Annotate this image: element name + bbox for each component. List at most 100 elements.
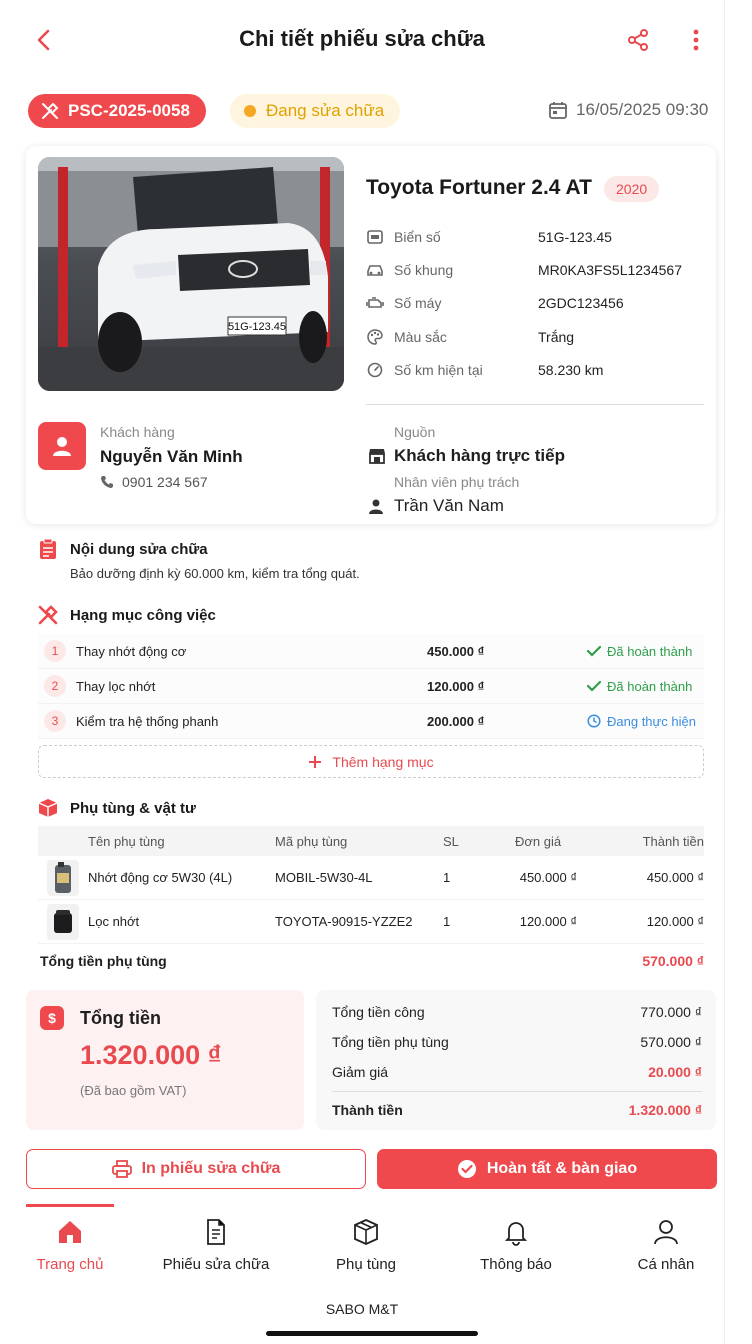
tab-home[interactable]: Trang chủ xyxy=(0,1218,140,1273)
tab-profile[interactable]: Cá nhân xyxy=(596,1218,736,1273)
home-icon xyxy=(59,1221,81,1243)
staff-value: Trần Văn Nam xyxy=(368,496,504,516)
column-header: Tên phụ tùng xyxy=(88,833,165,849)
cost-breakdown: Tổng tiền công 770.000 ₫ Tổng tiền phụ t… xyxy=(316,990,716,1130)
job-number: 1 xyxy=(44,640,66,662)
car-chassis-icon xyxy=(366,261,384,279)
part-name: Nhớt động cơ 5W30 (4L) xyxy=(88,870,233,885)
page-title: Chi tiết phiếu sửa chữa xyxy=(239,26,485,51)
part-qty: 1 xyxy=(443,914,451,929)
customer-name: Nguyễn Văn Minh xyxy=(100,447,243,466)
vehicle-photo[interactable]: 51G-123.45 xyxy=(38,157,344,391)
box-icon xyxy=(354,1219,378,1245)
status-badge: Đang sửa chữa xyxy=(230,94,401,128)
parts-table: Tên phụ tùng Mã phụ tùng SL Đơn giá Thàn… xyxy=(38,826,704,944)
status-text: Đang sửa chữa xyxy=(266,101,385,120)
share-button[interactable] xyxy=(622,24,654,56)
spec-value: 2GDC123456 xyxy=(538,295,624,311)
spec-row-chassis: Số khung MR0KA3FS5L1234567 xyxy=(366,259,682,281)
column-header: Thành tiền xyxy=(642,833,704,849)
staff-name: Trần Văn Nam xyxy=(394,496,504,515)
job-name: Thay lọc nhớt xyxy=(76,678,156,694)
parts-cost-label: Tổng tiền phụ tùng xyxy=(332,1034,449,1050)
spec-value: Trắng xyxy=(538,329,575,345)
spec-row-color: Màu sắc Trắng xyxy=(366,326,574,348)
section-heading: Phụ tùng & vật tư xyxy=(70,799,196,817)
tab-label: Phiếu sửa chữa xyxy=(162,1256,270,1273)
tab-repair-tickets[interactable]: Phiếu sửa chữa xyxy=(146,1218,286,1273)
job-status-text: Đã hoàn thành xyxy=(607,678,693,694)
job-price: 450.000 ₫ xyxy=(427,643,485,659)
spec-row-engine: Số máy 2GDC123456 xyxy=(366,292,624,314)
add-job-label: Thêm hạng mục xyxy=(332,753,434,770)
package-icon xyxy=(38,799,58,817)
parts-row[interactable]: Nhớt động cơ 5W30 (4L) MOBIL-5W30-4L 1 4… xyxy=(38,856,704,900)
staff-label: Nhân viên phụ trách xyxy=(394,474,520,490)
calendar-icon xyxy=(549,102,567,119)
job-status: Đã hoàn thành xyxy=(587,644,692,659)
app-header: Chi tiết phiếu sửa chữa xyxy=(0,0,724,80)
complete-handover-button[interactable]: Hoàn tất & bàn giao xyxy=(377,1149,717,1189)
parts-table-header: Tên phụ tùng Mã phụ tùng SL Đơn giá Thàn… xyxy=(38,826,704,856)
spec-label: Số km hiện tại xyxy=(394,362,483,378)
license-plate-icon xyxy=(366,228,384,246)
status-dot-icon xyxy=(244,105,256,117)
plus-icon xyxy=(309,755,322,768)
complete-label: Hoàn tất & bàn giao xyxy=(486,1160,638,1177)
source-value: Khách hàng trực tiếp xyxy=(368,446,565,466)
tab-parts[interactable]: Phụ tùng xyxy=(296,1218,436,1273)
tab-notifications[interactable]: Thông báo xyxy=(446,1218,586,1273)
final-label: Thành tiền xyxy=(332,1102,403,1118)
discount-label: Giảm giá xyxy=(332,1064,389,1080)
user-avatar-icon xyxy=(53,437,71,456)
part-qty: 1 xyxy=(443,870,451,885)
print-ticket-button[interactable]: In phiếu sửa chữa xyxy=(26,1149,366,1189)
datetime-text: 16/05/2025 09:30 xyxy=(576,100,709,119)
column-header: Mã phụ tùng xyxy=(275,833,348,849)
spec-row-plate: Biển số 51G-123.45 xyxy=(366,226,612,248)
palette-icon xyxy=(366,328,384,346)
person-icon xyxy=(369,499,383,514)
discount-value: 20.000 ₫ xyxy=(648,1064,702,1080)
job-row[interactable]: 1 Thay nhớt động cơ 450.000 ₫ Đã hoàn th… xyxy=(38,634,704,669)
check-circle-icon xyxy=(457,1160,476,1178)
repair-section-title: Nội dung sửa chữa xyxy=(38,538,208,560)
ticket-code: PSC-2025-0058 xyxy=(68,101,190,120)
add-job-button[interactable]: Thêm hạng mục xyxy=(38,745,704,778)
column-header: Đơn giá xyxy=(515,833,562,849)
vehicle-card: 51G-123.45 Toyota Fortuner 2.4 AT 2020 B… xyxy=(26,146,716,524)
parts-total-value: 570.000 ₫ xyxy=(642,953,704,969)
spec-label: Biển số xyxy=(394,229,441,245)
clock-icon xyxy=(587,714,601,728)
column-header: SL xyxy=(443,833,459,849)
scrollbar[interactable] xyxy=(724,0,752,1344)
spec-row-odometer: Số km hiện tại 58.230 km xyxy=(366,359,603,381)
spec-label: Số máy xyxy=(394,295,442,311)
part-total: 120.000 ₫ xyxy=(646,914,704,929)
print-label: In phiếu sửa chữa xyxy=(141,1160,281,1177)
vat-note: (Đã bao gồm VAT) xyxy=(80,1083,187,1098)
parts-row[interactable]: Lọc nhớt TOYOTA-90915-YZZE2 1 120.000 ₫ … xyxy=(38,900,704,944)
repair-description: Bảo dưỡng định kỳ 60.000 km, kiểm tra tổ… xyxy=(70,566,360,581)
share-icon xyxy=(628,29,648,51)
spec-label: Màu sắc xyxy=(394,329,447,345)
customer-phone[interactable]: 0901 234 567 xyxy=(100,474,208,490)
divider xyxy=(366,404,704,405)
phone-icon xyxy=(101,476,113,488)
jobs-section-title: Hạng mục công việc xyxy=(38,605,216,625)
screen: Chi tiết phiếu sửa chữa PSC-2025-0058 Đa… xyxy=(0,0,724,1344)
more-options-button[interactable] xyxy=(682,24,710,56)
part-unit-price: 120.000 ₫ xyxy=(519,914,577,929)
plate-on-image: 51G-123.45 xyxy=(228,321,286,333)
job-name: Thay nhớt động cơ xyxy=(76,643,187,659)
part-name: Lọc nhớt xyxy=(88,914,140,929)
check-icon xyxy=(587,645,601,657)
job-row[interactable]: 3 Kiểm tra hệ thống phanh 200.000 ₫ Đang… xyxy=(38,704,704,739)
job-row[interactable]: 2 Thay lọc nhớt 120.000 ₫ Đã hoàn thành xyxy=(38,669,704,704)
oil-filter-icon xyxy=(38,903,88,941)
job-price: 200.000 ₫ xyxy=(427,713,485,729)
more-vertical-icon xyxy=(693,29,699,51)
labor-label: Tổng tiền công xyxy=(332,1004,425,1020)
job-name: Kiểm tra hệ thống phanh xyxy=(76,713,219,729)
final-value: 1.320.000 ₫ xyxy=(628,1102,702,1118)
